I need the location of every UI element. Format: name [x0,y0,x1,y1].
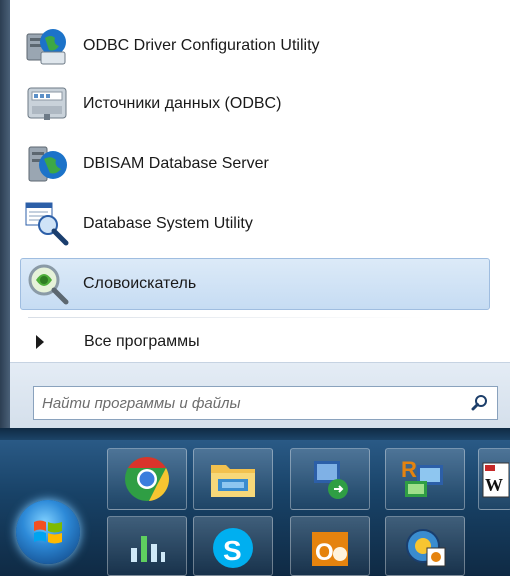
program-slovoiskatel[interactable]: Словоискатель [20,258,490,310]
taskbar-chrome-button[interactable] [107,448,187,510]
word-app-icon: W [482,462,509,498]
svg-text:R: R [401,457,417,482]
outlook-icon: O [312,532,348,566]
search-icon[interactable] [463,387,497,419]
start-button[interactable] [16,500,80,564]
search-box[interactable] [33,386,498,420]
taskbar-skype-button[interactable]: S [193,516,273,576]
computer-globe-icon [21,22,73,70]
all-programs-label: Все программы [84,333,200,350]
program-label: Database System Utility [83,215,253,232]
database-magnifier-icon [21,200,73,248]
program-label: ODBC Driver Configuration Utility [83,37,320,54]
program-database-system-utility[interactable]: Database System Utility [20,198,490,250]
program-dbisam-database-server[interactable]: DBISAM Database Server [20,138,490,190]
file-explorer-icon [211,465,255,497]
equalizer-app-icon [131,536,165,562]
menu-left-edge [0,0,10,428]
svg-text:O: O [315,539,334,566]
data-sources-icon [21,80,73,128]
taskbar-picture-viewer-button[interactable] [385,516,465,576]
taskbar-top-edge [0,428,510,440]
skype-icon: S [213,528,253,568]
svg-text:S: S [223,535,242,566]
search-input[interactable] [34,386,463,420]
taskbar-word-button[interactable]: W [478,448,510,510]
start-menu: ODBC Driver Configuration Utility Источн… [0,0,510,429]
chrome-icon [125,457,170,501]
windows-logo-icon [34,520,62,544]
all-programs-button[interactable]: Все программы [20,322,490,362]
program-odbc-driver-configuration[interactable]: ODBC Driver Configuration Utility [20,20,490,72]
program-label: Словоискатель [83,275,197,292]
taskbar-rdp-button[interactable]: R [385,448,465,510]
remote-desktop-icon: R [401,457,443,497]
program-label: Источники данных (ODBC) [83,95,282,112]
server-globe-icon [21,140,73,188]
network-app-icon [314,461,348,499]
picture-viewer-icon [406,529,446,567]
svg-text:W: W [485,475,503,495]
menu-separator [28,317,428,318]
program-label: DBISAM Database Server [83,155,269,172]
taskbar-network-button[interactable] [290,448,370,510]
program-odbc-data-sources[interactable]: Источники данных (ODBC) [20,78,490,130]
taskbar-equalizer-button[interactable] [107,516,187,576]
taskbar-explorer-button[interactable] [193,448,273,510]
arrow-right-icon [36,335,44,349]
word-search-magnifier-icon [21,260,73,308]
taskbar-outlook-button[interactable]: O [290,516,370,576]
